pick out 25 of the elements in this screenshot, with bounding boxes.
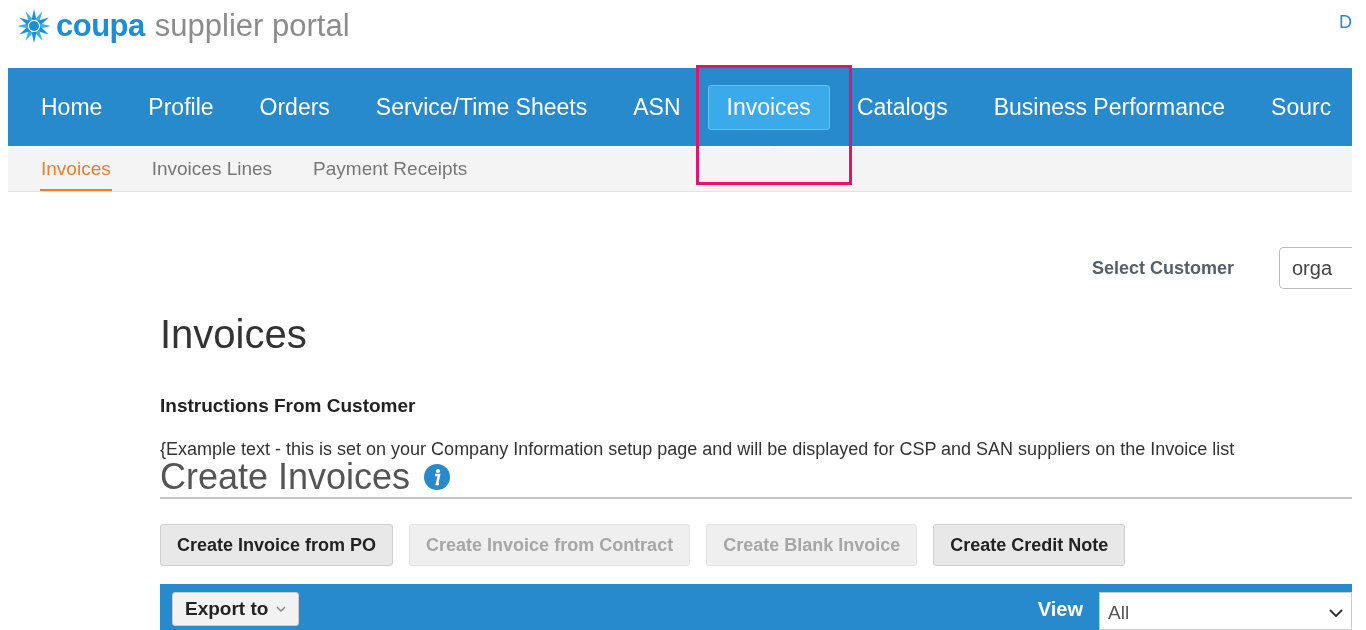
nav-tab[interactable]: Catalogs [837, 84, 967, 130]
nav-tab[interactable]: Orders [240, 84, 349, 130]
header-link[interactable]: D [1339, 12, 1352, 33]
customer-label: Select Customer [1091, 257, 1234, 279]
nav-tab[interactable]: Profile [129, 84, 233, 130]
nav-tab[interactable]: Business Performance [974, 84, 1245, 130]
page-title: Invoices [160, 311, 308, 358]
create-button[interactable]: Create Credit Note [933, 524, 1126, 566]
nav-tab[interactable]: Service/Time Sheets [356, 84, 607, 130]
instructions-heading: Instructions From Customer [160, 395, 417, 417]
view-select[interactable]: All [1099, 592, 1352, 630]
instructions-text: {Example text - this is set on your Company Information setup page and will be displayed for CSP and SAN suppliers on the Invoice list [160, 439, 1236, 459]
sub-tab[interactable]: Invoices Lines [150, 148, 274, 191]
section-heading: Create Invoices [160, 459, 411, 495]
create-button[interactable]: Create Invoice from PO [160, 524, 394, 566]
logo-brand: coupa [56, 8, 145, 44]
export-button[interactable]: Export to [172, 592, 300, 626]
sub-tab[interactable]: Invoices [40, 148, 112, 191]
customer-select[interactable]: orga [1279, 247, 1352, 289]
nav-tab[interactable]: ASN [614, 84, 700, 130]
logo-product: supplier portal [154, 8, 350, 44]
view-label: View [1037, 598, 1083, 621]
nav-tab[interactable]: Sourc [1252, 84, 1351, 130]
sub-tab[interactable]: Payment Receipts [312, 148, 469, 191]
nav-tab[interactable]: Home [22, 84, 122, 130]
